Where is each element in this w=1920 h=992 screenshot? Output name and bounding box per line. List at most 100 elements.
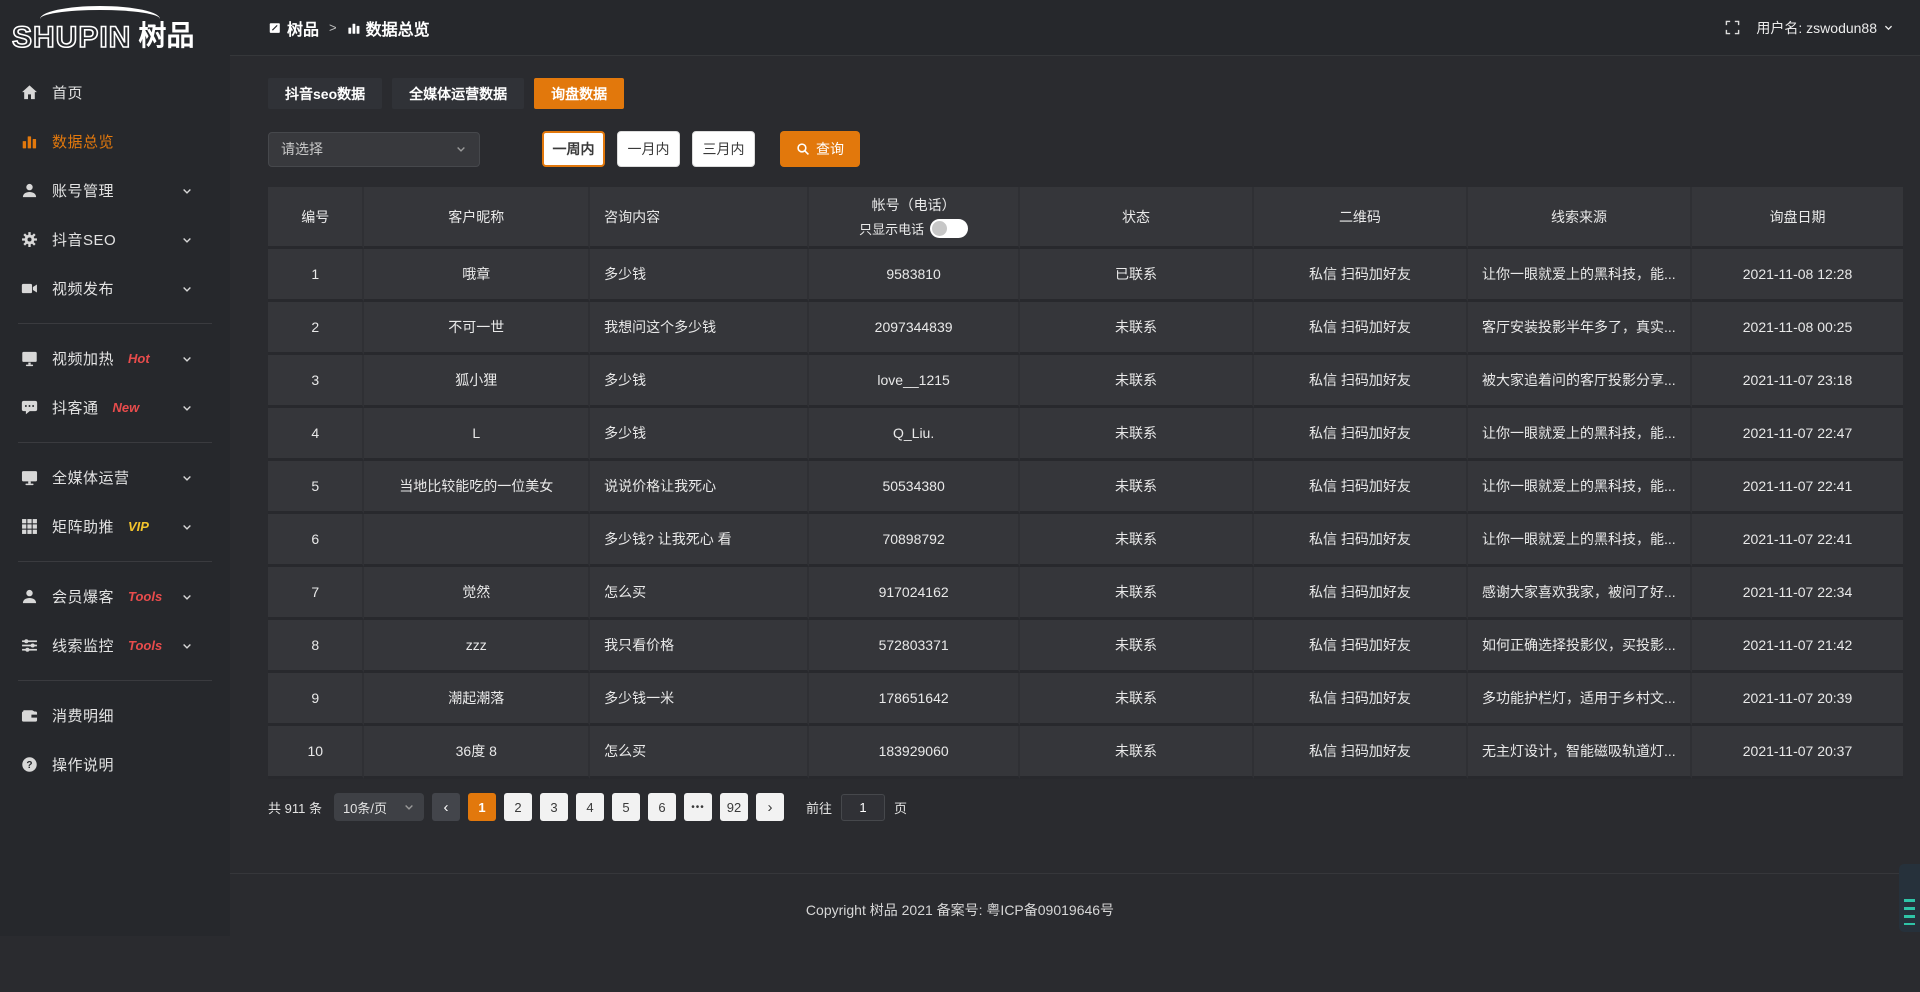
cell-nickname: L (364, 408, 590, 461)
sidebar-item-data-overview[interactable]: 数据总览 (0, 117, 230, 166)
tab-douyin-seo-data[interactable]: 抖音seo数据 (268, 78, 382, 109)
member-icon (20, 588, 38, 605)
cell-nickname: 觉然 (364, 567, 590, 620)
cell-id: 5 (268, 461, 364, 514)
tab-inquiry-data[interactable]: 询盘数据 (534, 78, 624, 109)
cell-qrcode-link[interactable]: 私信 扫码加好友 (1254, 461, 1468, 514)
sidebar-item-douyin-seo[interactable]: 抖音SEO (0, 215, 230, 264)
page-button-92[interactable]: 92 (720, 793, 748, 821)
cell-qrcode-link[interactable]: 私信 扫码加好友 (1254, 620, 1468, 673)
sidebar-item-label: 消费明细 (52, 705, 114, 726)
cell-status: 未联系 (1020, 567, 1254, 620)
goto-page: 前往 页 (806, 794, 907, 821)
cell-id: 4 (268, 408, 364, 461)
cell-qrcode-link[interactable]: 私信 扫码加好友 (1254, 408, 1468, 461)
page-size-select[interactable]: 10条/页 (334, 793, 424, 821)
cell-source-link[interactable]: 多功能护栏灯，适用于乡村文... (1468, 673, 1692, 726)
date-range-buttons: 一周内一月内三月内 (542, 131, 755, 167)
page-button-2[interactable]: 2 (504, 793, 532, 821)
cell-qrcode-link[interactable]: 私信 扫码加好友 (1254, 514, 1468, 567)
sidebar-item-label: 操作说明 (52, 754, 114, 775)
page-size-chevron-down-icon (403, 801, 415, 813)
user-menu[interactable]: 用户名: zswodun88 (1756, 18, 1894, 38)
cell-qrcode-link[interactable]: 私信 扫码加好友 (1254, 355, 1468, 408)
more-pages-button[interactable]: ••• (684, 793, 712, 821)
cell-source-link[interactable]: 被大家追着问的客厅投影分享... (1468, 355, 1692, 408)
cell-source-link[interactable]: 客厅安装投影半年多了，真实... (1468, 302, 1692, 355)
cell-content: 怎么买 (590, 726, 809, 779)
cell-qrcode-link[interactable]: 私信 扫码加好友 (1254, 567, 1468, 620)
col-account: 帐号（电话） 只显示电话 (809, 187, 1020, 249)
sidebar-item-account-manage[interactable]: 账号管理 (0, 166, 230, 215)
cell-source-link[interactable]: 感谢大家喜欢我家，被问了好... (1468, 567, 1692, 620)
cell-account: 178651642 (809, 673, 1020, 726)
cell-date: 2021-11-07 21:42 (1692, 620, 1903, 673)
sidebar-item-lead-monitor[interactable]: 线索监控Tools (0, 621, 230, 670)
col-source: 线索来源 (1468, 187, 1692, 249)
goto-page-input[interactable] (841, 794, 885, 821)
cell-account: 9583810 (809, 249, 1020, 302)
col-qrcode: 二维码 (1254, 187, 1468, 249)
cell-source-link[interactable]: 让你一眼就爱上的黑科技，能... (1468, 514, 1692, 567)
table-row: 6多少钱? 让我死心 看70898792未联系私信 扫码加好友让你一眼就爱上的黑… (268, 514, 1903, 567)
page-button-3[interactable]: 3 (540, 793, 568, 821)
cell-content: 多少钱一米 (590, 673, 809, 726)
range-button-0[interactable]: 一周内 (542, 131, 605, 167)
sliders-icon (20, 637, 38, 654)
page-button-6[interactable]: 6 (648, 793, 676, 821)
next-page-button[interactable]: › (756, 793, 784, 821)
page-button-1[interactable]: 1 (468, 793, 496, 821)
range-button-1[interactable]: 一月内 (617, 131, 680, 167)
cell-content: 多少钱 (590, 408, 809, 461)
page-button-5[interactable]: 5 (612, 793, 640, 821)
phone-only-toggle[interactable] (930, 219, 968, 238)
cell-id: 1 (268, 249, 364, 302)
sidebar-badge: Tools (128, 638, 162, 653)
sidebar-item-instructions[interactable]: ?操作说明 (0, 740, 230, 789)
filter-select[interactable]: 请选择 (268, 132, 480, 167)
breadcrumb-root[interactable]: 树品 (268, 16, 319, 40)
prev-page-button[interactable]: ‹ (432, 793, 460, 821)
breadcrumb-separator: > (329, 20, 337, 35)
cell-source-link[interactable]: 让你一眼就爱上的黑科技，能... (1468, 249, 1692, 302)
cell-qrcode-link[interactable]: 私信 扫码加好友 (1254, 673, 1468, 726)
floating-side-widget[interactable] (1899, 864, 1920, 932)
phone-toggle-label: 只显示电话 (859, 219, 924, 238)
monitor-hot-icon (20, 350, 38, 367)
chevron-down-icon (178, 185, 196, 197)
sidebar-item-matrix-boost[interactable]: 矩阵助推VIP (0, 502, 230, 551)
cell-source-link[interactable]: 让你一眼就爱上的黑科技，能... (1468, 461, 1692, 514)
sidebar-item-omni-media[interactable]: 全媒体运营 (0, 453, 230, 502)
cell-source-link[interactable]: 让你一眼就爱上的黑科技，能... (1468, 408, 1692, 461)
sidebar-item-video-heating[interactable]: 视频加热Hot (0, 334, 230, 383)
cell-status: 未联系 (1020, 408, 1254, 461)
cell-qrcode-link[interactable]: 私信 扫码加好友 (1254, 302, 1468, 355)
sidebar-item-video-publish[interactable]: 视频发布 (0, 264, 230, 313)
sidebar-item-home[interactable]: 首页 (0, 68, 230, 117)
sidebar-item-spend-detail[interactable]: 消费明细 (0, 691, 230, 740)
query-button[interactable]: 查询 (780, 131, 860, 167)
sidebar-item-member-baoke[interactable]: 会员爆客Tools (0, 572, 230, 621)
sidebar-item-label: 视频加热 (52, 348, 114, 369)
breadcrumb: 树品 > 数据总览 (268, 16, 430, 40)
col-account-title: 帐号（电话） (819, 195, 1008, 215)
cell-qrcode-link[interactable]: 私信 扫码加好友 (1254, 726, 1468, 779)
cell-id: 10 (268, 726, 364, 779)
user-icon (20, 182, 38, 199)
phone-only-row: 只显示电话 (819, 219, 1008, 238)
cell-content: 多少钱 (590, 355, 809, 408)
cell-source-link[interactable]: 如何正确选择投影仪，买投影... (1468, 620, 1692, 673)
breadcrumb-current[interactable]: 数据总览 (347, 16, 430, 40)
sidebar-item-douketong[interactable]: 抖客通New (0, 383, 230, 432)
topbar-right: 用户名: zswodun88 (1725, 18, 1894, 38)
sidebar-divider (18, 442, 212, 443)
cell-source-link[interactable]: 无主灯设计，智能磁吸轨道灯... (1468, 726, 1692, 779)
cell-content: 怎么买 (590, 567, 809, 620)
sidebar-item-label: 抖音SEO (52, 229, 116, 250)
page-button-4[interactable]: 4 (576, 793, 604, 821)
cell-qrcode-link[interactable]: 私信 扫码加好友 (1254, 249, 1468, 302)
fullscreen-icon[interactable] (1725, 20, 1740, 35)
range-button-2[interactable]: 三月内 (692, 131, 755, 167)
sidebar-badge: VIP (128, 519, 149, 534)
tab-omni-media-data[interactable]: 全媒体运营数据 (392, 78, 524, 109)
